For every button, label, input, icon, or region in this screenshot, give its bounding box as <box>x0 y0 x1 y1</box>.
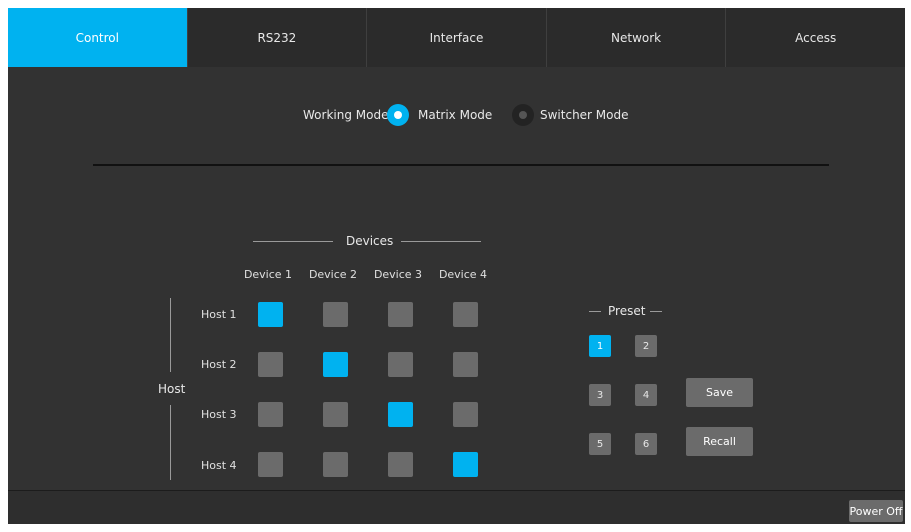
section-divider <box>93 164 829 166</box>
device-4-label: Device 4 <box>438 268 488 281</box>
switcher-mode-label[interactable]: Switcher Mode <box>540 108 629 122</box>
matrix-cell-host2-device2[interactable] <box>323 352 348 377</box>
host-3-label: Host 3 <box>201 408 237 421</box>
preset-rule-left <box>589 311 601 312</box>
device-1-label: Device 1 <box>243 268 293 281</box>
host-4-label: Host 4 <box>201 459 237 472</box>
devices-rule-left <box>253 241 333 242</box>
preset-4-button[interactable]: 4 <box>635 384 657 406</box>
matrix-cell-host2-device3[interactable] <box>388 352 413 377</box>
working-mode-label: Working Mode: <box>303 108 393 122</box>
tab-bar: Control RS232 Interface Network Access <box>8 8 905 67</box>
matrix-cell-host3-device2[interactable] <box>323 402 348 427</box>
tab-network[interactable]: Network <box>545 8 726 67</box>
preset-2-button[interactable]: 2 <box>635 335 657 357</box>
footer-bar: Power Off <box>8 491 905 524</box>
matrix-cell-host1-device4[interactable] <box>453 302 478 327</box>
radio-dot-icon <box>394 111 402 119</box>
save-button[interactable]: Save <box>686 378 753 407</box>
matrix-mode-label[interactable]: Matrix Mode <box>418 108 492 122</box>
host-rule-bottom <box>170 405 171 480</box>
matrix-cell-host4-device2[interactable] <box>323 452 348 477</box>
app-window: Control RS232 Interface Network Access W… <box>8 8 905 524</box>
host-rule-top <box>170 298 171 372</box>
matrix-cell-host2-device4[interactable] <box>453 352 478 377</box>
preset-title: Preset <box>608 304 646 318</box>
switcher-mode-radio[interactable] <box>512 104 534 126</box>
preset-6-button[interactable]: 6 <box>635 433 657 455</box>
preset-1-button[interactable]: 1 <box>589 335 611 357</box>
tab-control[interactable]: Control <box>8 8 187 67</box>
devices-title: Devices <box>346 234 394 248</box>
matrix-cell-host3-device1[interactable] <box>258 402 283 427</box>
radio-dot-icon <box>519 111 527 119</box>
host-title: Host <box>158 382 186 396</box>
preset-rule-right <box>650 311 662 312</box>
matrix-cell-host4-device4[interactable] <box>453 452 478 477</box>
preset-5-button[interactable]: 5 <box>589 433 611 455</box>
matrix-cell-host1-device1[interactable] <box>258 302 283 327</box>
matrix-cell-host2-device1[interactable] <box>258 352 283 377</box>
tab-interface[interactable]: Interface <box>366 8 546 67</box>
tab-access[interactable]: Access <box>725 8 905 67</box>
matrix-cell-host1-device3[interactable] <box>388 302 413 327</box>
matrix-cell-host3-device4[interactable] <box>453 402 478 427</box>
matrix-cell-host4-device3[interactable] <box>388 452 413 477</box>
matrix-cell-host1-device2[interactable] <box>323 302 348 327</box>
tab-rs232[interactable]: RS232 <box>186 8 367 67</box>
devices-rule-right <box>401 241 481 242</box>
working-mode-row: Working Mode: Matrix Mode Switcher Mode <box>8 104 905 128</box>
matrix-cell-host4-device1[interactable] <box>258 452 283 477</box>
recall-button[interactable]: Recall <box>686 427 753 456</box>
power-off-button[interactable]: Power Off <box>849 500 903 522</box>
host-2-label: Host 2 <box>201 358 237 371</box>
matrix-cell-host3-device3[interactable] <box>388 402 413 427</box>
preset-3-button[interactable]: 3 <box>589 384 611 406</box>
device-2-label: Device 2 <box>308 268 358 281</box>
host-1-label: Host 1 <box>201 308 237 321</box>
matrix-mode-radio[interactable] <box>387 104 409 126</box>
device-3-label: Device 3 <box>373 268 423 281</box>
